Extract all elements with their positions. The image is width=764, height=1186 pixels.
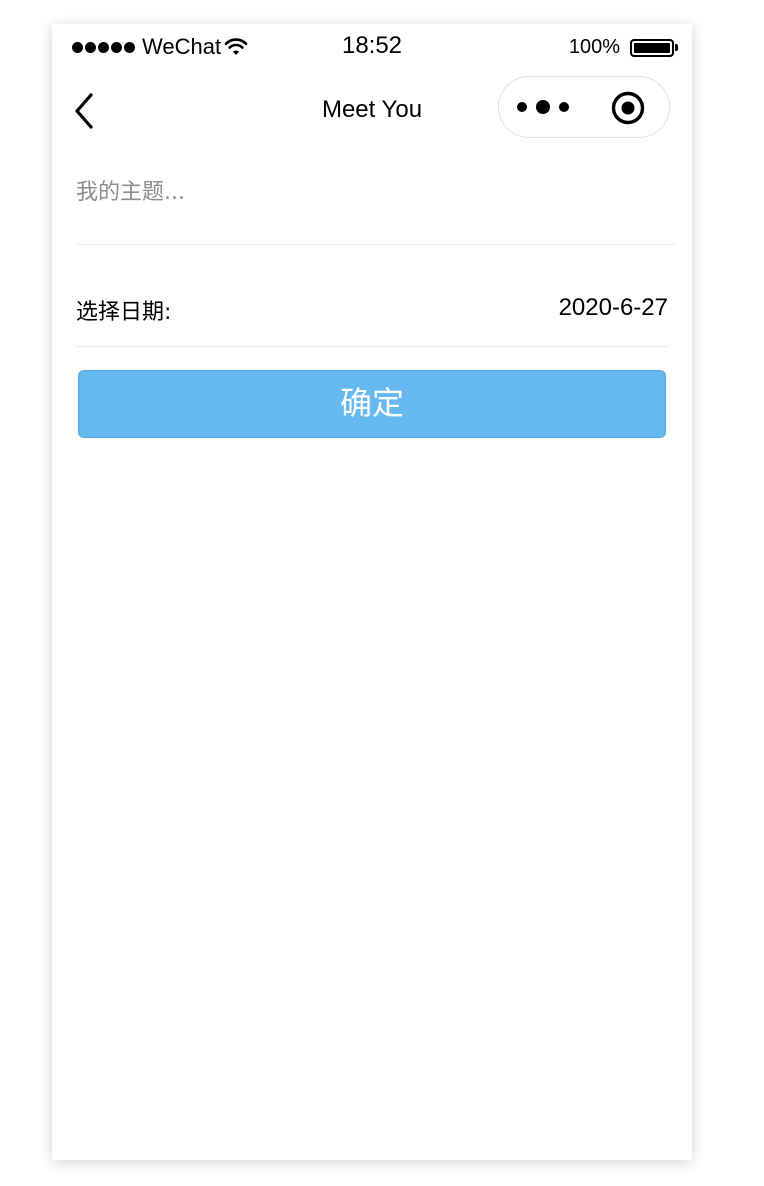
battery-fill: [634, 42, 670, 53]
divider: [76, 244, 676, 245]
battery-percent: 100%: [568, 36, 620, 58]
more-dots-icon: [517, 102, 527, 112]
close-button[interactable]: [611, 91, 645, 125]
battery-group: 100%: [569, 36, 678, 59]
date-label: 选择日期:: [76, 300, 172, 325]
divider: [76, 346, 668, 347]
battery-nub: [675, 44, 678, 51]
battery-icon: [630, 38, 674, 57]
date-value[interactable]: 2020-6-27: [559, 294, 668, 322]
confirm-button[interactable]: 确定: [78, 370, 666, 438]
menu-capsule: [498, 76, 670, 138]
topic-input[interactable]: [76, 168, 674, 216]
more-button[interactable]: [517, 95, 569, 119]
target-circle-icon: [611, 91, 645, 125]
phone-screen: WeChat 18:52 100% Meet You 我的主题... 选择日期:…: [52, 24, 692, 1160]
navigation-bar: Meet You: [52, 68, 692, 154]
date-picker-row[interactable]: 选择日期: 2020-6-27: [76, 280, 668, 338]
status-bar: WeChat 18:52 100%: [52, 24, 692, 68]
